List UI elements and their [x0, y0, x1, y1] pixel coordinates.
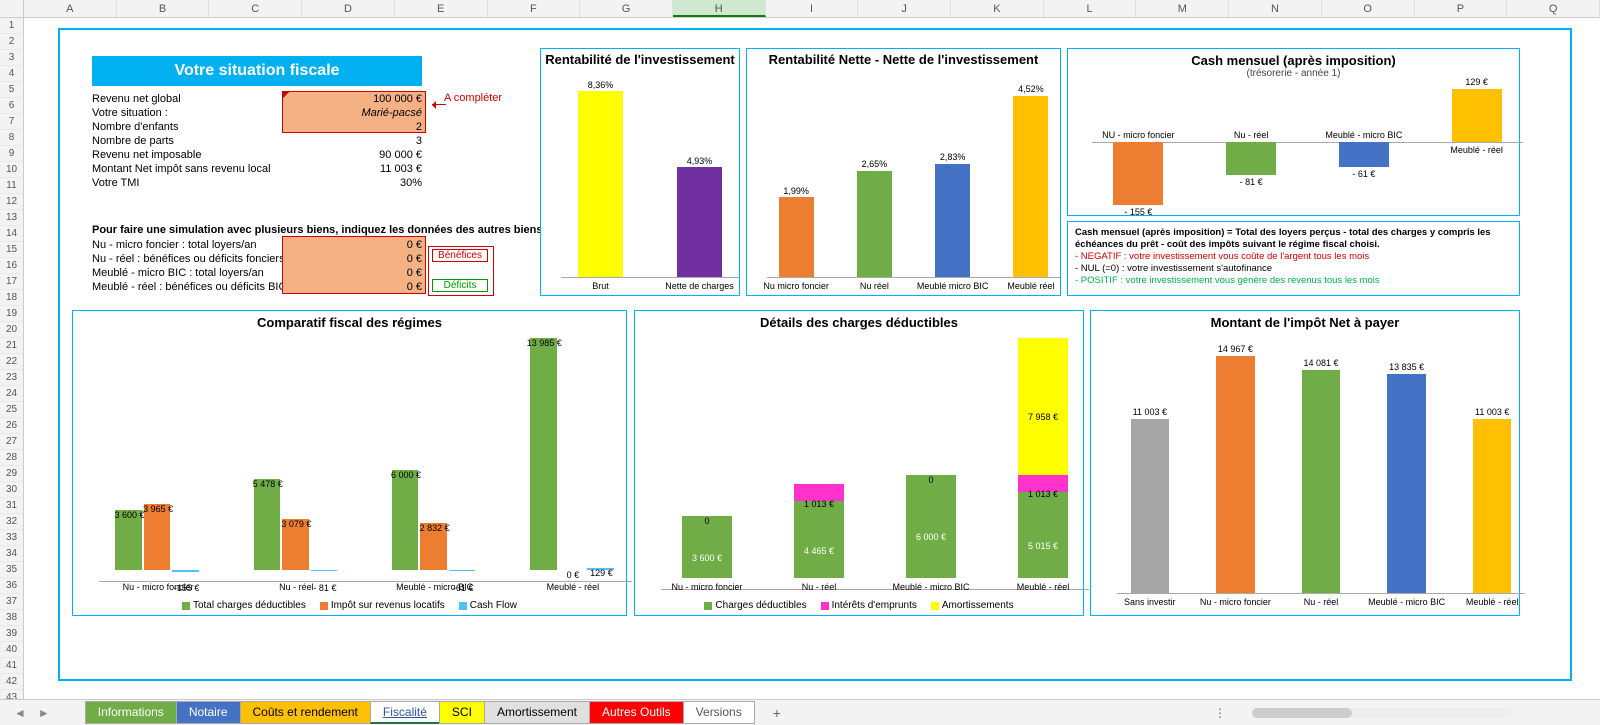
- fiscal-row[interactable]: Votre TMI30%: [92, 176, 422, 190]
- chart-details-charges[interactable]: Détails des charges déductibles 3 600 €0…: [634, 310, 1084, 616]
- tab-options-icon[interactable]: ⋮: [1214, 706, 1232, 720]
- select-all-corner[interactable]: [0, 0, 24, 18]
- fiscal-row[interactable]: Nombre de parts3: [92, 134, 422, 148]
- sheet-tab[interactable]: Informations: [85, 701, 177, 724]
- cash-info-box: Cash mensuel (après imposition) = Total …: [1067, 221, 1520, 296]
- tab-prev-icon[interactable]: ◄: [8, 706, 32, 720]
- sheet-tab[interactable]: Amortissement: [484, 701, 590, 724]
- deficits-label: Déficits: [432, 279, 488, 292]
- chart-subtitle: (trésorerie - année 1): [1068, 68, 1519, 79]
- info-negative: - NEGATIF : votre investissement vous co…: [1075, 251, 1512, 263]
- add-sheet-button[interactable]: +: [755, 705, 799, 721]
- sheet-tab[interactable]: Fiscalité: [370, 701, 440, 724]
- chart-impot-net[interactable]: Montant de l'impôt Net à payer 11 003 €S…: [1090, 310, 1520, 616]
- tab-next-icon[interactable]: ►: [32, 706, 56, 720]
- arrow-icon: [432, 104, 446, 105]
- info-positive: - POSITIF : votre investissement vous gé…: [1075, 275, 1512, 287]
- chart-title: Montant de l'impôt Net à payer: [1091, 315, 1519, 330]
- chart-legend: Total charges déductiblesImpôt sur reven…: [73, 596, 626, 615]
- chart-title: Détails des charges déductibles: [635, 315, 1083, 330]
- a-completer-label: A compléter: [444, 92, 502, 104]
- benefices-label: Bénéfices: [432, 249, 488, 262]
- fiscal-title: Votre situation fiscale: [92, 56, 422, 86]
- info-formula: Cash mensuel (après imposition) = Total …: [1075, 227, 1512, 251]
- chart-rentabilite-nette[interactable]: Rentabilité Nette - Nette de l'investiss…: [746, 48, 1061, 296]
- fiscal-row[interactable]: Nombre d'enfants2: [92, 120, 422, 134]
- simulation-panel: Nu - micro foncier : total loyers/an0 €N…: [92, 238, 422, 294]
- sheet-tab[interactable]: SCI: [439, 701, 485, 724]
- row-headers[interactable]: 1234567891011121314151617181920212223242…: [0, 18, 24, 699]
- chart-title: Comparatif fiscal des régimes: [73, 315, 626, 330]
- sim-row[interactable]: Meublé - micro BIC : total loyers/an0 €: [92, 266, 422, 280]
- chart-comparatif-fiscal[interactable]: Comparatif fiscal des régimes 3 600 €3 9…: [72, 310, 627, 616]
- chart-title: Rentabilité Nette - Nette de l'investiss…: [747, 53, 1060, 67]
- simulation-header: Pour faire une simulation avec plusieurs…: [92, 224, 549, 236]
- column-headers[interactable]: ABCDEFGHIJKLMNOPQ: [24, 0, 1600, 18]
- sim-row[interactable]: Meublé - réel : bénéfices ou déficits BI…: [92, 280, 422, 294]
- fiscal-row[interactable]: Votre situation :Marié-pacsé: [92, 106, 422, 120]
- fiscal-row[interactable]: Montant Net impôt sans revenu local11 00…: [92, 162, 422, 176]
- info-null: - NUL (=0) : votre investissement s'auto…: [1075, 263, 1512, 275]
- fiscal-row[interactable]: Revenu net imposable90 000 €: [92, 148, 422, 162]
- fiscal-row[interactable]: Revenu net global100 000 €: [92, 92, 422, 106]
- sim-row[interactable]: Nu - réel : bénéfices ou déficits foncie…: [92, 252, 422, 266]
- sheet-tab[interactable]: Autres Outils: [589, 701, 684, 724]
- sheet-tab[interactable]: Notaire: [176, 701, 241, 724]
- sim-row[interactable]: Nu - micro foncier : total loyers/an0 €: [92, 238, 422, 252]
- horizontal-scrollbar[interactable]: [1252, 708, 1512, 718]
- chart-title: Rentabilité de l'investissement: [541, 53, 739, 67]
- chart-legend: Charges déductiblesIntérêts d'empruntsAm…: [635, 596, 1083, 615]
- chart-cash-mensuel[interactable]: Cash mensuel (après imposition) (trésore…: [1067, 48, 1520, 216]
- sheet-tab[interactable]: Versions: [683, 701, 755, 724]
- chart-title: Cash mensuel (après imposition): [1068, 53, 1519, 68]
- sheet-tabs-bar: ◄ ► InformationsNotaireCoûts et rendemen…: [0, 699, 1600, 725]
- fiscal-situation-panel: Votre situation fiscale Revenu net globa…: [92, 56, 422, 190]
- sheet-tab[interactable]: Coûts et rendement: [240, 701, 371, 724]
- chart-rentabilite-investissement[interactable]: Rentabilité de l'investissement 8,36%Bru…: [540, 48, 740, 296]
- worksheet-area: Votre situation fiscale Revenu net globa…: [24, 18, 1600, 699]
